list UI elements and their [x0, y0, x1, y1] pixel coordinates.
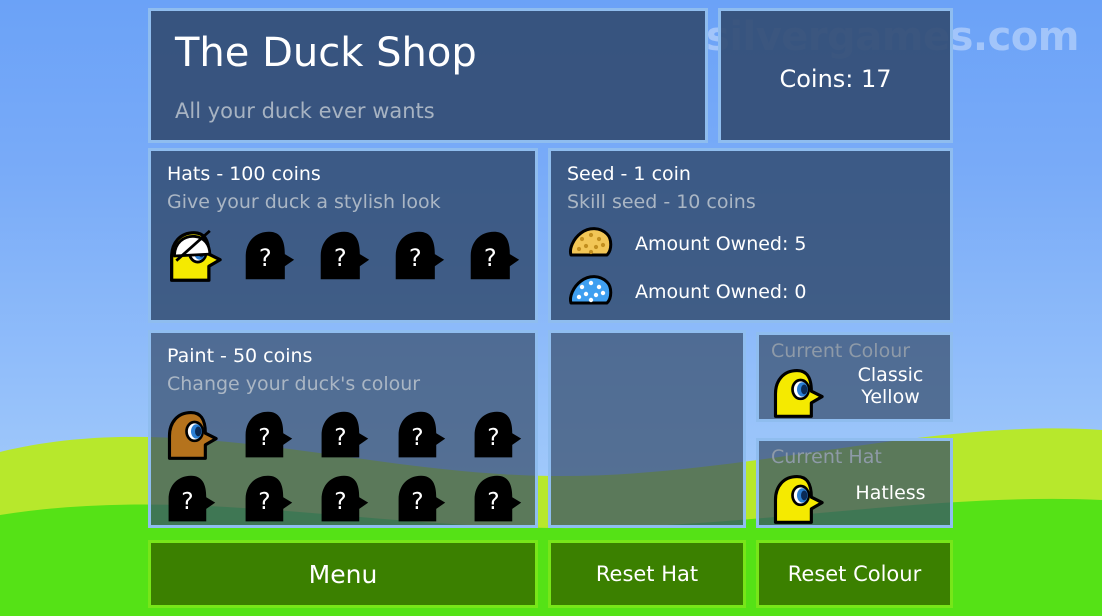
page-subtitle: All your duck ever wants — [175, 99, 435, 123]
paint-slot-0-0[interactable] — [163, 409, 219, 461]
svg-text:?: ? — [334, 488, 346, 515]
reset-colour-button[interactable]: Reset Colour — [756, 540, 953, 608]
svg-text:?: ? — [259, 244, 272, 272]
seed-pile-gold-icon — [567, 225, 613, 263]
duck-preview-panel — [548, 330, 746, 528]
svg-text:?: ? — [258, 488, 270, 515]
seed-row-normal[interactable]: Amount Owned: 5 — [567, 225, 807, 263]
hats-panel[interactable]: Hats - 100 coins Give your duck a stylis… — [148, 148, 538, 323]
seed-pile-blue-icon — [567, 273, 613, 311]
hat-slot-1[interactable]: ? — [240, 229, 298, 283]
reset-hat-button[interactable]: Reset Hat — [548, 540, 746, 608]
svg-text:?: ? — [258, 424, 270, 451]
paint-slot-1-2[interactable]: ? — [316, 473, 372, 525]
current-colour-panel: Current Colour Classic Yellow — [756, 332, 953, 422]
current-colour-value: Classic Yellow — [857, 364, 924, 408]
coins-panel: Coins: 17 — [718, 8, 953, 143]
paint-slot-0-1[interactable]: ? — [240, 409, 296, 461]
page-title: The Duck Shop — [175, 30, 477, 76]
svg-text:?: ? — [409, 244, 422, 272]
paint-slot-1-0[interactable]: ? — [163, 473, 219, 525]
paint-slot-1-1[interactable]: ? — [240, 473, 296, 525]
seed-title: Seed - 1 coin — [567, 163, 691, 185]
seed-row-skill[interactable]: Amount Owned: 0 — [567, 273, 807, 311]
seed-panel[interactable]: Seed - 1 coin Skill seed - 10 coins Amou… — [548, 148, 953, 323]
paint-slot-1-3[interactable]: ? — [393, 473, 449, 525]
svg-text:?: ? — [411, 424, 423, 451]
menu-button[interactable]: Menu — [148, 540, 538, 608]
hat-slot-3[interactable]: ? — [390, 229, 448, 283]
seed-amount-skill: Amount Owned: 0 — [635, 280, 807, 303]
svg-text:?: ? — [181, 488, 193, 515]
paint-slot-1-4[interactable]: ? — [469, 473, 525, 525]
hats-slot-row: ???? — [165, 229, 523, 283]
paint-slot-row-2: ????? — [163, 473, 525, 525]
svg-text:?: ? — [334, 244, 347, 272]
hat-slot-4[interactable]: ? — [465, 229, 523, 283]
current-colour-title: Current Colour — [771, 340, 911, 362]
hats-title: Hats - 100 coins — [167, 163, 321, 185]
paint-slot-0-2[interactable]: ? — [316, 409, 372, 461]
current-hat-value: Hatless — [855, 482, 926, 504]
current-hat-panel: Current Hat Hatless — [756, 438, 953, 528]
paint-title: Paint - 50 coins — [167, 345, 313, 367]
game-screen: silvergames.com The Duck Shop All your d… — [0, 0, 1102, 616]
paint-subtitle: Change your duck's colour — [167, 373, 421, 395]
paint-panel[interactable]: Paint - 50 coins Change your duck's colo… — [148, 330, 538, 528]
paint-slot-row-1: ???? — [163, 409, 525, 461]
seed-subtitle: Skill seed - 10 coins — [567, 191, 756, 213]
svg-text:?: ? — [487, 488, 499, 515]
coins-count: Coins: 17 — [779, 65, 892, 93]
svg-text:?: ? — [334, 424, 346, 451]
hats-subtitle: Give your duck a stylish look — [167, 191, 441, 213]
hat-slot-0[interactable] — [165, 229, 223, 283]
paint-slot-0-4[interactable]: ? — [469, 409, 525, 461]
paint-slot-0-3[interactable]: ? — [393, 409, 449, 461]
svg-text:?: ? — [411, 488, 423, 515]
current-colour-duck-icon — [769, 367, 825, 419]
seed-amount-normal: Amount Owned: 5 — [635, 232, 807, 255]
current-hat-title: Current Hat — [771, 446, 882, 468]
svg-text:?: ? — [487, 424, 499, 451]
hat-slot-2[interactable]: ? — [315, 229, 373, 283]
svg-text:?: ? — [484, 244, 497, 272]
current-hat-duck-icon — [769, 473, 825, 525]
shop-header-panel: The Duck Shop All your duck ever wants — [148, 8, 708, 143]
